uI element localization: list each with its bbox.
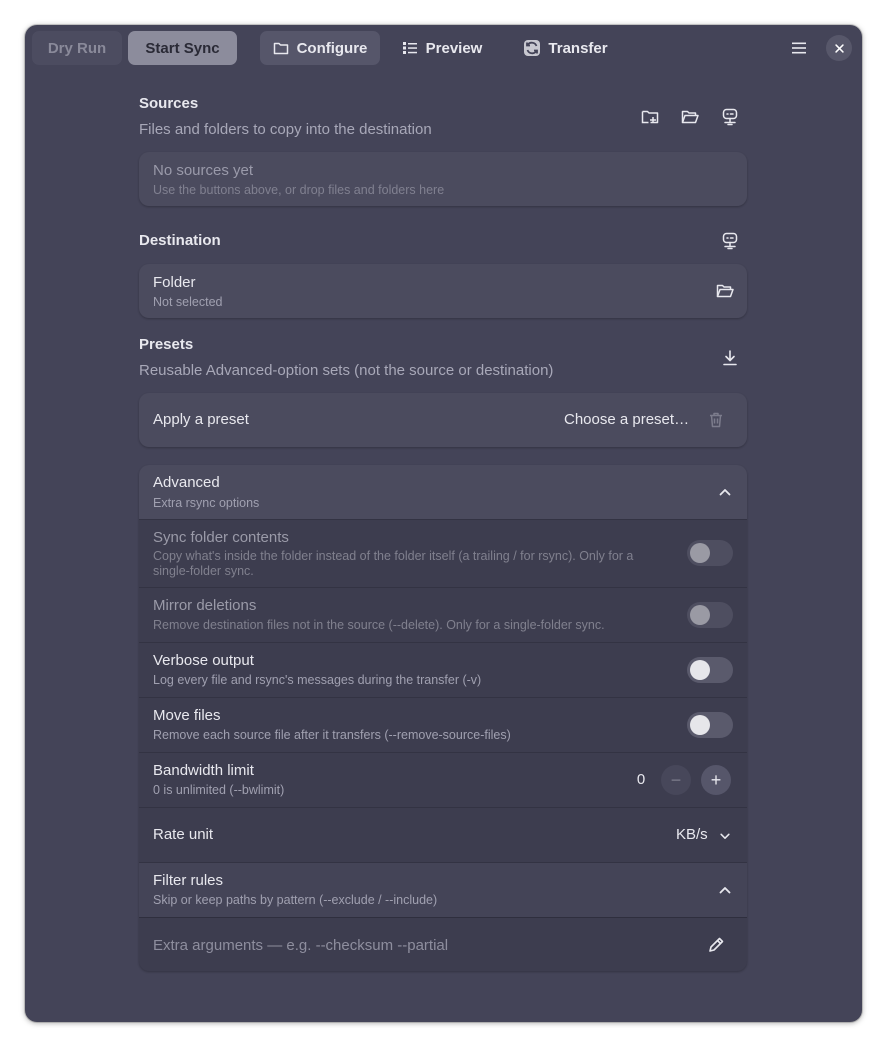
advanced-subtitle: Extra rsync options [153,496,260,510]
tab-preview[interactable]: Preview [391,31,493,65]
close-icon [834,43,844,53]
folder-icon [273,42,288,55]
remote-host-icon [722,108,738,126]
remote-host-icon [722,232,738,250]
header-bar: Dry Run Start Sync Configure Preview Tra… [25,25,862,71]
edit-filters-button[interactable] [704,933,728,957]
sources-subtitle: Files and folders to copy into the desti… [139,121,432,138]
folder-open-icon [716,284,734,298]
delete-preset-button[interactable] [704,408,728,432]
apply-preset-label: Apply a preset [153,411,249,428]
sources-drop-zone[interactable]: No sources yet Use the buttons above, or… [139,152,747,206]
option-title: Bandwidth limit [153,762,254,779]
sync-folder-contents-toggle[interactable] [687,540,733,566]
option-subtitle: Remove destination files not in the sour… [153,618,605,632]
add-files-button[interactable] [638,105,662,129]
sync-icon [524,40,541,56]
import-preset-button[interactable] [718,346,742,370]
sources-title: Sources [139,95,199,112]
option-title: Filter rules [153,872,224,889]
extra-arguments-row: Extra arguments — e.g. --checksum --part… [139,917,747,971]
sources-empty-hint: Use the buttons above, or drop files and… [153,183,445,197]
toggle-knob [690,605,710,625]
verbose-output-toggle[interactable] [687,657,733,683]
advanced-header[interactable]: Advanced Extra rsync options [139,465,747,520]
trash-icon [710,412,722,428]
option-rate-unit: Rate unit KB/s [139,807,747,863]
tab-configure[interactable]: Configure [260,31,380,65]
app-window: Dry Run Start Sync Configure Preview Tra… [25,25,862,1022]
tab-transfer[interactable]: Transfer [511,31,621,65]
presets-subtitle: Reusable Advanced-option sets (not the s… [139,362,554,379]
folder-open-icon [681,110,699,124]
mirror-deletions-toggle[interactable] [687,602,733,628]
option-title: Move files [153,707,221,724]
tab-label: Transfer [548,39,608,57]
chevron-down-icon[interactable] [719,830,731,842]
advanced-panel: Advanced Extra rsync options Sync folder… [139,465,747,971]
option-title: Verbose output [153,652,254,669]
add-remote-source-button[interactable] [718,105,742,129]
option-move-files: Move files Remove each source file after… [139,697,747,753]
chevron-up-icon [719,887,731,894]
bandwidth-decrement-button[interactable]: − [661,765,691,795]
option-subtitle-line1: Copy what's inside the folder instead of… [153,549,634,563]
hamburger-icon [792,42,806,54]
list-icon [402,42,417,54]
destination-folder-row[interactable]: Folder Not selected [139,264,747,318]
option-subtitle-line2: single-folder sync. [153,564,254,578]
option-sync-folder-contents: Sync folder contents Copy what's inside … [139,519,747,588]
add-folder-button[interactable] [678,105,702,129]
dry-run-button[interactable]: Dry Run [32,31,122,65]
bandwidth-value[interactable]: 0 [633,771,649,788]
toggle-knob [690,543,710,563]
toggle-knob [690,660,710,680]
option-title: Mirror deletions [153,597,257,614]
bandwidth-increment-button[interactable]: + [701,765,731,795]
remote-destination-button[interactable] [718,229,742,253]
rate-unit-dropdown[interactable]: KB/s [676,826,708,843]
file-add-icon [641,110,659,124]
menu-button[interactable] [785,35,813,61]
option-subtitle: Remove each source file after it transfe… [153,728,511,742]
option-mirror-deletions: Mirror deletions Remove destination file… [139,587,747,643]
extra-arguments-input[interactable]: Extra arguments — e.g. --checksum --part… [153,937,448,954]
destination-title: Destination [139,232,221,249]
preset-dropdown[interactable]: Choose a preset… [564,411,689,428]
download-icon [723,350,737,366]
pencil-icon [709,937,724,952]
option-subtitle: 0 is unlimited (--bwlimit) [153,783,285,797]
presets-title: Presets [139,336,194,353]
filter-rules-header[interactable]: Filter rules Skip or keep paths by patte… [139,862,747,918]
tab-label: Preview [425,39,483,57]
apply-preset-row: Apply a preset Choose a preset… [139,393,747,447]
destination-folder-value: Not selected [153,295,223,309]
option-title: Rate unit [153,826,214,843]
sources-empty-title: No sources yet [153,162,254,179]
chevron-up-icon [719,489,731,496]
advanced-title: Advanced [153,474,220,491]
option-verbose-output: Verbose output Log every file and rsync'… [139,642,747,698]
tab-label: Configure [296,39,368,57]
start-sync-button[interactable]: Start Sync [128,31,237,65]
close-button[interactable] [826,35,852,61]
option-bandwidth-limit: Bandwidth limit 0 is unlimited (--bwlimi… [139,752,747,808]
option-subtitle: Log every file and rsync's messages duri… [153,673,482,687]
destination-folder-label: Folder [153,274,196,291]
toggle-knob [690,715,710,735]
choose-destination-button[interactable] [713,279,737,303]
move-files-toggle[interactable] [687,712,733,738]
option-subtitle: Skip or keep paths by pattern (--exclude… [153,893,438,907]
option-title: Sync folder contents [153,529,289,546]
